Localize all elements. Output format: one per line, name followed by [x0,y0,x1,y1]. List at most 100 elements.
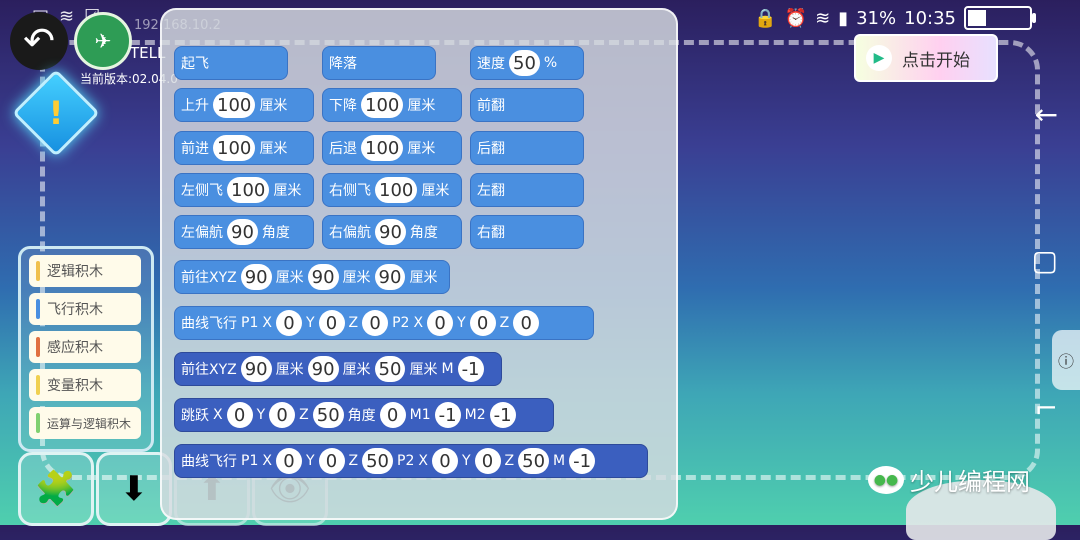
back-value[interactable]: 100 [361,135,404,161]
down-block[interactable]: 下降 100 厘米 [322,88,462,122]
jump-y[interactable]: 0 [269,402,296,428]
right-block[interactable]: 右侧飞 100 厘米 [322,173,462,207]
category-color-bar [36,375,40,395]
back-block[interactable]: 后退 100 厘米 [322,131,462,165]
curve-x2[interactable]: 0 [427,310,454,336]
yaw-right-block[interactable]: 右偏航 90 角度 [322,215,462,249]
block-label: 前往XYZ [181,362,237,378]
block-label: 右偏航 [329,225,371,241]
curve-y1[interactable]: 0 [318,310,345,336]
status-right: 🔒 ⏰ ≋ ▮ 31% 10:35 [754,6,1036,30]
yaw-right-value[interactable]: 90 [375,219,406,245]
curve-m-z1[interactable]: 50 [362,448,394,474]
nav-home-icon[interactable]: ▢ [1032,244,1058,277]
takeoff-block[interactable]: 起飞 [174,46,288,80]
block-label: 上升 [181,98,209,114]
jump-z[interactable]: 50 [312,402,344,428]
block-label: 右翻 [477,225,505,241]
curve-z2[interactable]: 0 [513,310,540,336]
block-label: Y [457,315,466,331]
jump-m2[interactable]: -1 [489,402,516,428]
block-label: 厘米 [407,98,436,114]
goto-m-m[interactable]: -1 [457,356,484,382]
goto-xyz-block[interactable]: 前往XYZ 90 厘米 90 厘米 90 厘米 [174,260,450,294]
back-arrow-icon[interactable]: ↶ [10,12,68,70]
jump-block[interactable]: 跳跃 X0 Y0 Z 50 角度 0 M1 -1 M2 -1 [174,398,554,432]
block-label: 曲线飞行 [181,454,237,470]
forward-block[interactable]: 前进 100 厘米 [174,131,314,165]
flip-right-block[interactable]: 右翻 [470,215,584,249]
block-label: Z [499,315,510,331]
curve-m-x2[interactable]: 0 [431,448,458,474]
info-icon[interactable]: ⓘ [1052,330,1080,390]
up-value[interactable]: 100 [213,92,256,118]
flip-forward-block[interactable]: 前翻 [470,88,584,122]
curve-m-block[interactable]: 曲线飞行 P1 X0 Y0 Z 50 P2 X0 Y0 Z 50 M -1 [174,444,648,478]
block-label: 厘米 [342,362,371,378]
right-value[interactable]: 100 [375,177,418,203]
block-label: 厘米 [409,362,438,378]
category-logic[interactable]: 逻辑积木 [29,255,141,287]
curve-y2[interactable]: 0 [469,310,496,336]
nav-back-icon[interactable]: ← [1035,98,1058,131]
curve-m-x1[interactable]: 0 [275,448,302,474]
block-label: M [441,361,454,377]
land-block[interactable]: 降落 [322,46,436,80]
left-value[interactable]: 100 [227,177,270,203]
start-button[interactable]: ▶ 点击开始 [854,34,998,82]
block-label: 角度 [347,408,376,424]
jump-x[interactable]: 0 [226,402,253,428]
curve-x1[interactable]: 0 [275,310,302,336]
goto-xyz-m-block[interactable]: 前往XYZ 90 厘米 90 厘米 50 厘米 M -1 [174,352,502,386]
puzzle-icon[interactable]: 🧩 [18,452,94,526]
drone-avatar[interactable]: ✈ [74,12,132,70]
up-block[interactable]: 上升 100 厘米 [174,88,314,122]
block-label: Z [299,407,309,423]
speed-value[interactable]: 50 [509,50,540,76]
jump-angle[interactable]: 0 [379,402,406,428]
goto-z-value[interactable]: 90 [374,264,406,290]
flip-back-block[interactable]: 后翻 [470,131,584,165]
block-label: 前翻 [477,98,505,114]
lock-icon: 🔒 [754,7,777,29]
goto-m-z[interactable]: 50 [374,356,406,382]
curve-z1[interactable]: 0 [362,310,389,336]
down-value[interactable]: 100 [361,92,404,118]
goto-m-x[interactable]: 90 [240,356,272,382]
category-panel: 逻辑积木 飞行积木 感应积木 变量积木 运算与逻辑积木 [18,246,154,452]
block-label: 左翻 [477,183,505,199]
yaw-left-value[interactable]: 90 [227,219,258,245]
forward-value[interactable]: 100 [213,135,256,161]
clock: 10:35 [904,7,956,29]
curve-m-z2[interactable]: 50 [518,448,550,474]
block-label: 左侧飞 [181,183,223,199]
yaw-left-block[interactable]: 左偏航 90 角度 [174,215,314,249]
goto-y-value[interactable]: 90 [307,264,339,290]
goto-m-y[interactable]: 90 [307,356,339,382]
curve-m-y1[interactable]: 0 [318,448,345,474]
goto-x-value[interactable]: 90 [240,264,272,290]
category-sensor[interactable]: 感应积木 [29,331,141,363]
block-label: 厘米 [275,270,304,286]
curve-block[interactable]: 曲线飞行 P1 X0 Y0 Z0 P2 X0 Y0 Z0 [174,306,594,340]
block-label: M2 [464,407,486,423]
left-block[interactable]: 左侧飞 100 厘米 [174,173,314,207]
battery-icon [964,6,1036,30]
block-label: 起飞 [181,56,209,72]
block-label: 厘米 [259,98,288,114]
curve-m-y2[interactable]: 0 [474,448,501,474]
flip-left-block[interactable]: 左翻 [470,173,584,207]
block-label: 厘米 [275,362,304,378]
curve-m-m[interactable]: -1 [569,448,596,474]
jump-m1[interactable]: -1 [434,402,461,428]
speed-block[interactable]: 速度 50 % [470,46,584,80]
block-label: X [418,453,428,469]
block-label: 曲线飞行 [181,316,237,332]
category-variable[interactable]: 变量积木 [29,369,141,401]
nav-recent-icon[interactable]: ⌐ [1035,392,1058,425]
category-flight[interactable]: 飞行积木 [29,293,141,325]
block-label: Y [305,315,315,331]
block-label: 后翻 [477,141,505,157]
block-label: 降落 [329,56,357,72]
category-operator[interactable]: 运算与逻辑积木 [29,407,141,439]
